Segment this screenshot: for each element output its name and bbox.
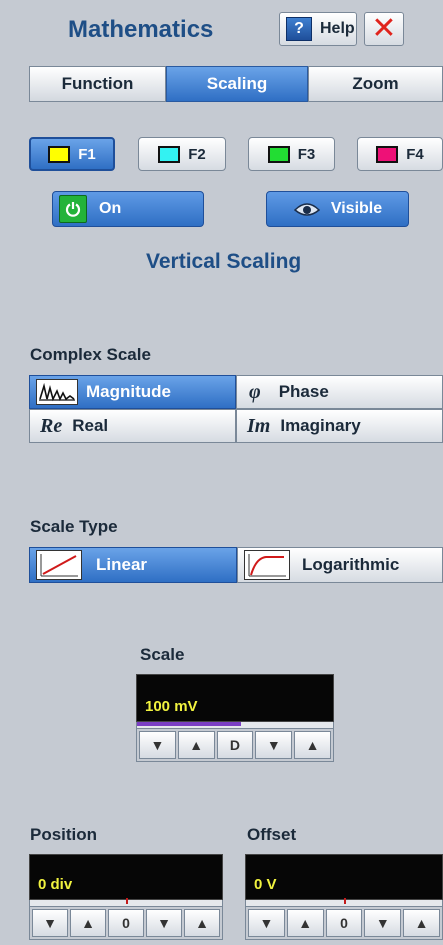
- phase-icon: φ: [249, 380, 261, 403]
- position-value: 0 div: [38, 876, 73, 893]
- imaginary-label: Imaginary: [280, 416, 361, 435]
- offset-label: Offset: [247, 825, 297, 844]
- magnitude-icon: [36, 379, 78, 405]
- vertical-scaling-title: Vertical Scaling: [146, 250, 302, 273]
- imaginary-icon: Im: [247, 414, 271, 437]
- position-center-tick: [126, 898, 128, 904]
- scale-stepper: ▼ ▲ D ▼ ▲: [136, 728, 334, 762]
- position-label: Position: [30, 825, 98, 844]
- linear-icon: [36, 550, 82, 580]
- help-icon: ?: [286, 17, 312, 41]
- magnitude-label: Magnitude: [86, 382, 171, 401]
- position-fine-down-button[interactable]: ▼: [146, 909, 182, 937]
- scale-label: Scale: [140, 645, 185, 664]
- help-label: Help: [320, 20, 355, 37]
- offset-value: 0 V: [254, 876, 277, 893]
- scale-fine-up-button[interactable]: ▲: [294, 731, 331, 759]
- visible-label: Visible: [330, 200, 383, 217]
- visible-toggle-button[interactable]: Visible: [266, 191, 409, 227]
- complex-scale-label: Complex Scale: [30, 345, 151, 364]
- tab-function[interactable]: Function: [29, 66, 166, 102]
- position-control: 0 div ▼ ▲ 0 ▼ ▲: [29, 854, 223, 940]
- offset-coarse-up-button[interactable]: ▲: [286, 909, 324, 937]
- linear-button[interactable]: Linear: [29, 547, 237, 583]
- offset-control: 0 V ▼ ▲ 0 ▼ ▲: [245, 854, 443, 940]
- position-coarse-down-button[interactable]: ▼: [32, 909, 68, 937]
- function-f4-button[interactable]: F4: [357, 137, 443, 171]
- position-coarse-up-button[interactable]: ▲: [70, 909, 106, 937]
- offset-coarse-down-button[interactable]: ▼: [248, 909, 285, 937]
- logarithmic-button[interactable]: Logarithmic: [237, 547, 443, 583]
- function-label: F2: [188, 145, 206, 163]
- f4-color-swatch: [376, 145, 399, 163]
- imaginary-button[interactable]: Im Imaginary: [236, 409, 443, 443]
- phase-label: Phase: [278, 382, 329, 401]
- position-fine-up-button[interactable]: ▲: [184, 909, 220, 937]
- position-readout[interactable]: 0 div: [29, 854, 223, 900]
- scale-level-fill: [137, 722, 241, 726]
- f2-color-swatch: [158, 145, 181, 163]
- offset-zero-button[interactable]: 0: [325, 909, 363, 937]
- magnitude-button[interactable]: Magnitude: [29, 375, 236, 409]
- function-f1-button[interactable]: F1: [29, 137, 115, 171]
- help-button[interactable]: ? Help: [279, 12, 357, 46]
- offset-stepper: ▼ ▲ 0 ▼ ▲: [245, 906, 443, 940]
- f3-color-swatch: [267, 145, 290, 163]
- tab-scaling[interactable]: Scaling: [166, 66, 308, 102]
- panel-title: Mathematics: [68, 16, 214, 43]
- offset-readout[interactable]: 0 V: [245, 854, 443, 900]
- scale-fine-down-button[interactable]: ▼: [255, 731, 293, 759]
- scale-coarse-up-button[interactable]: ▲: [177, 731, 215, 759]
- tab-label: Scaling: [206, 74, 268, 93]
- scale-default-button[interactable]: D: [216, 731, 254, 759]
- scale-coarse-down-button[interactable]: ▼: [139, 731, 176, 759]
- offset-track: [245, 898, 443, 906]
- scale-value: 100 mV: [145, 698, 198, 715]
- real-icon: Re: [40, 414, 63, 437]
- scale-level-track: [136, 722, 334, 728]
- function-f3-button[interactable]: F3: [248, 137, 335, 171]
- scale-readout[interactable]: 100 mV: [136, 674, 334, 722]
- position-track: [29, 898, 223, 906]
- log-icon: [244, 550, 290, 580]
- tab-label: Zoom: [352, 74, 399, 93]
- on-label: On: [99, 200, 122, 217]
- position-stepper: ▼ ▲ 0 ▼ ▲: [29, 906, 223, 940]
- close-button[interactable]: ✕: [364, 12, 404, 46]
- scale-type-label: Scale Type: [30, 517, 118, 536]
- on-toggle-button[interactable]: On: [52, 191, 204, 227]
- power-icon: [59, 195, 87, 223]
- f1-color-swatch: [48, 145, 71, 163]
- offset-fine-up-button[interactable]: ▲: [403, 909, 440, 937]
- function-f2-button[interactable]: F2: [138, 137, 226, 171]
- function-label: F1: [78, 145, 96, 163]
- function-label: F3: [297, 145, 316, 163]
- close-icon: ✕: [371, 12, 397, 45]
- phase-button[interactable]: φ Phase: [236, 375, 443, 409]
- position-zero-button[interactable]: 0: [108, 909, 144, 937]
- scale-control: 100 mV ▼ ▲ D ▼ ▲: [136, 674, 334, 762]
- real-button[interactable]: Re Real: [29, 409, 236, 443]
- eye-icon: [293, 200, 321, 218]
- offset-center-tick: [344, 898, 346, 904]
- offset-fine-down-button[interactable]: ▼: [364, 909, 402, 937]
- tab-zoom[interactable]: Zoom: [308, 66, 443, 102]
- real-label: Real: [72, 416, 109, 435]
- tab-label: Function: [61, 74, 134, 93]
- linear-label: Linear: [96, 555, 148, 574]
- logarithmic-label: Logarithmic: [302, 555, 400, 574]
- function-label: F4: [406, 145, 424, 163]
